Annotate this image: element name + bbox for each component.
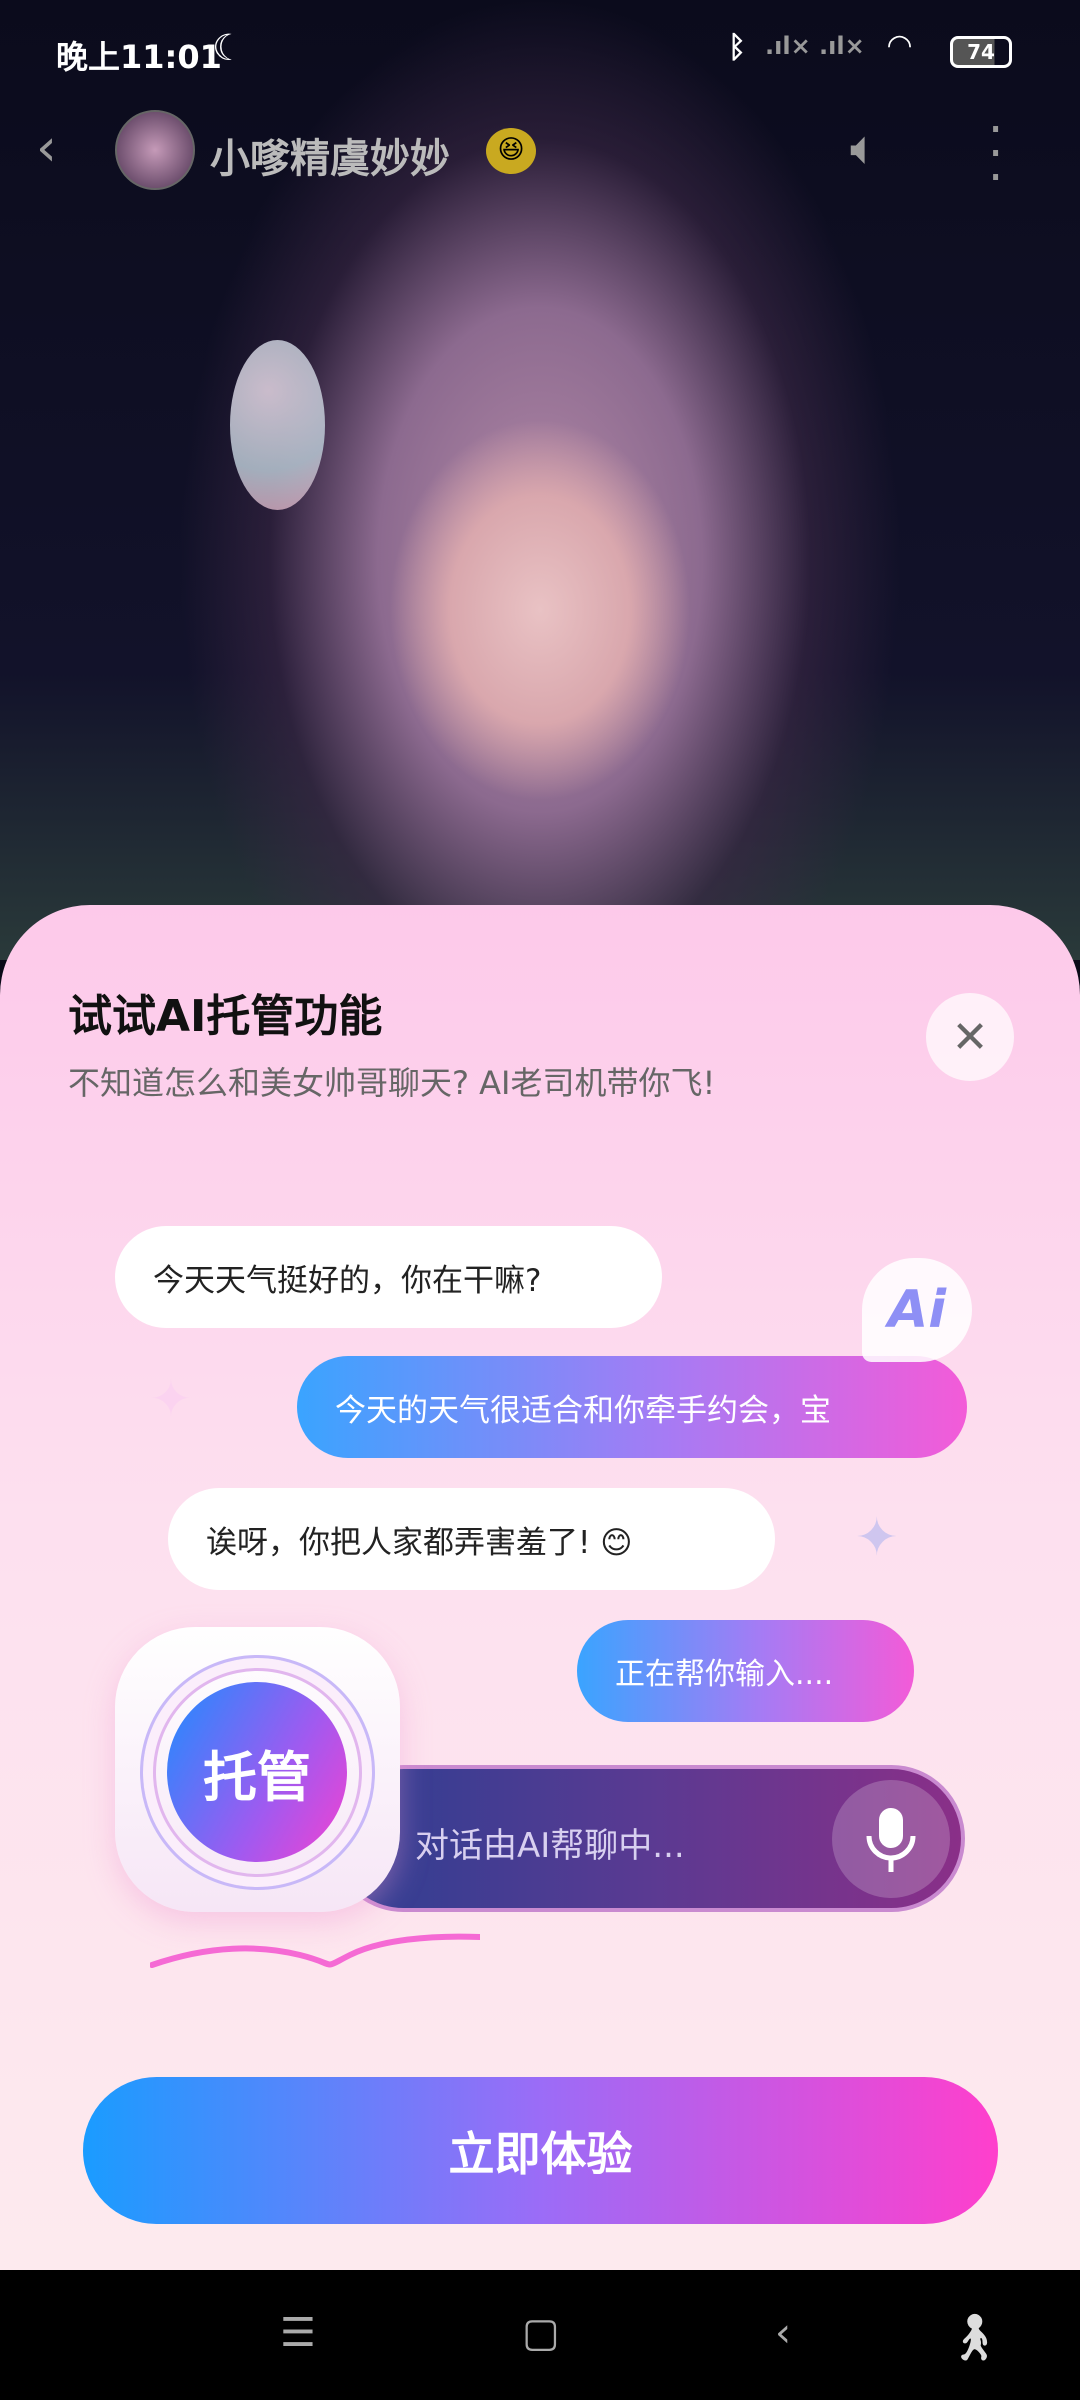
close-icon: ✕ — [951, 1011, 989, 1063]
contact-name[interactable]: 小嗲精虞妙妙 — [210, 126, 450, 184]
chat-bubble: 今天天气挺好的，你在干嘛? — [115, 1226, 662, 1328]
moon-icon: ☾ — [212, 28, 245, 69]
back-button[interactable]: ‹ — [36, 118, 57, 178]
more-menu-icon[interactable]: · · · — [988, 106, 1008, 202]
ai-chat-bubble: 正在帮你输入.... — [577, 1620, 914, 1722]
star-icon: ✦ — [150, 1370, 192, 1428]
ai-input-status: 对话由AI帮聊中... — [415, 1826, 685, 1866]
squiggle-decoration — [150, 1933, 480, 1968]
tuoguan-button[interactable]: 托管 — [167, 1682, 347, 1862]
recents-button[interactable]: ☰ — [280, 2310, 316, 2356]
bluetooth-icon: ᛒ — [728, 30, 746, 65]
signal-icon: .ıl× .ıl× — [765, 32, 865, 60]
chat-bubble: 诶呀，你把人家都弄害羞了! 😊 — [168, 1488, 775, 1590]
promo-title: 试试AI托管功能 — [68, 991, 383, 1042]
star-icon: ✦ — [855, 1508, 899, 1568]
ai-chat-bubble: 今天的天气很适合和你牵手约会，宝 — [297, 1356, 967, 1458]
back-nav-button[interactable]: ‹ — [775, 2310, 791, 2356]
ai-badge-icon: Ai — [862, 1258, 972, 1362]
speaker-icon[interactable]: 🔈︎ — [850, 120, 879, 177]
hair-flower — [230, 340, 325, 510]
battery-icon: 74 — [950, 36, 1012, 68]
accessibility-icon[interactable]: 🚶︎ — [945, 2310, 1003, 2365]
status-time: 晚上11:01 — [56, 38, 222, 76]
promo-subtitle: 不知道怎么和美女帅哥聊天? AI老司机带你飞! — [68, 1064, 716, 1102]
avatar[interactable] — [115, 110, 195, 190]
emoji-badge-icon: 😆 — [486, 128, 536, 174]
mic-button[interactable] — [832, 1780, 950, 1898]
wifi-icon: ◠ — [888, 28, 912, 63]
try-now-button[interactable]: 立即体验 — [83, 2077, 998, 2224]
mic-icon — [866, 1808, 916, 1872]
close-button[interactable]: ✕ — [926, 993, 1014, 1081]
home-button[interactable]: ▢ — [522, 2310, 560, 2356]
